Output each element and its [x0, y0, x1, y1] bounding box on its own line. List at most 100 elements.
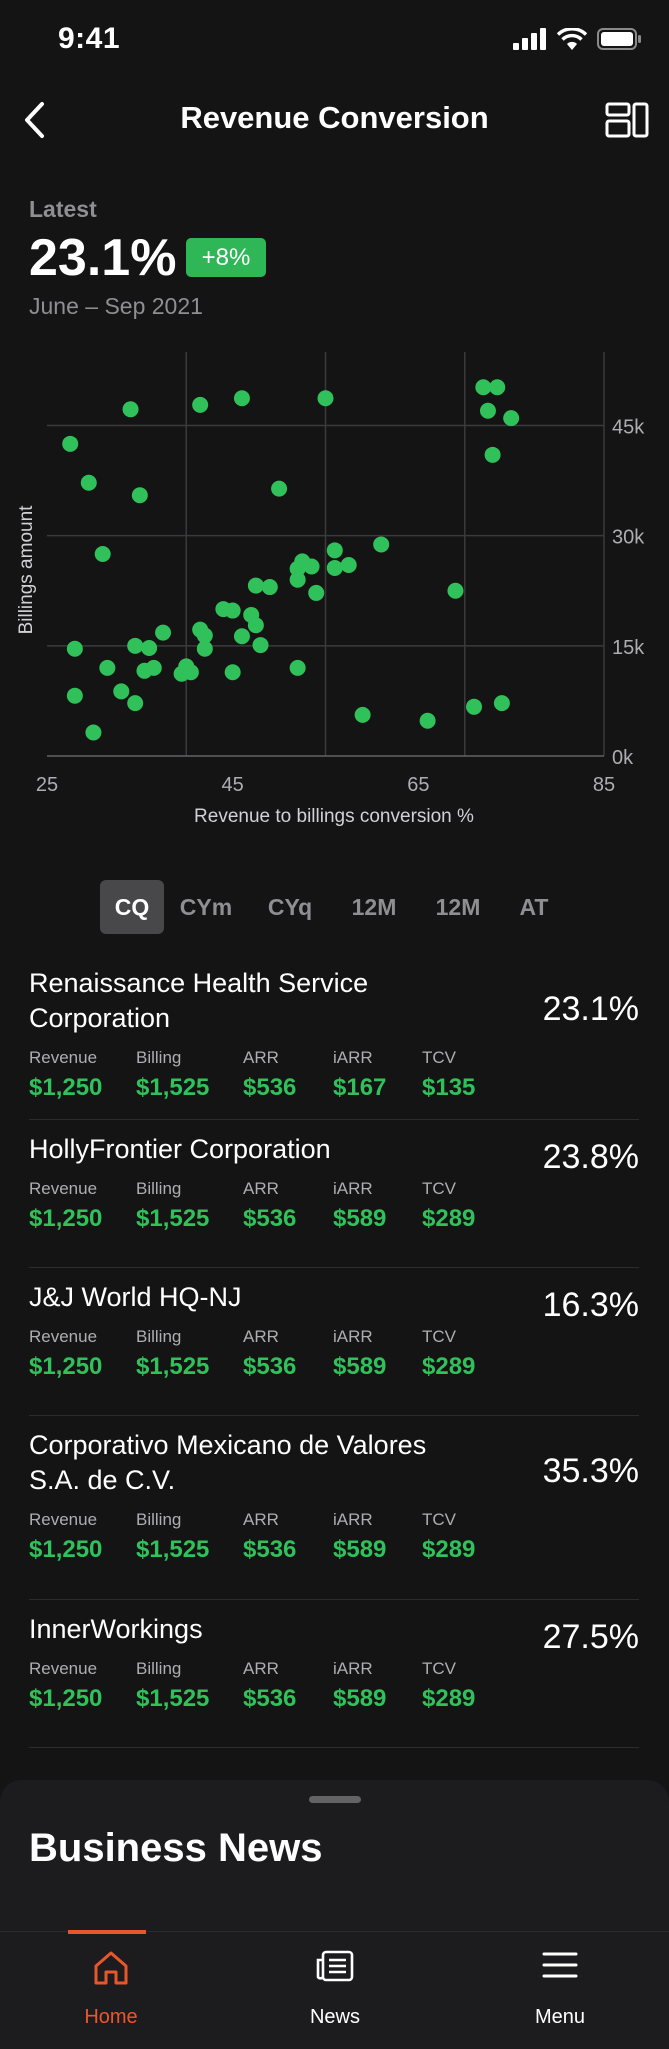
scatter-point[interactable] — [66, 640, 83, 657]
account-row[interactable]: HollyFrontier Corporation 23.8% Revenue $1,… — [29, 1120, 639, 1268]
status-bar: 9:41 — [0, 0, 669, 80]
metric-label: Revenue — [29, 1327, 98, 1346]
scatter-point[interactable] — [80, 474, 97, 491]
metric-value: $1,525 — [136, 1685, 210, 1712]
metric-revenue: Revenue $1,250 — [29, 1048, 102, 1102]
x-tick-label: 85 — [593, 774, 615, 796]
home-icon — [94, 1951, 128, 1985]
metric-label: ARR — [243, 1179, 279, 1198]
metric-arr: ARR $536 — [243, 1179, 296, 1233]
scatter-point[interactable] — [340, 557, 357, 574]
account-row[interactable]: J&J World HQ-NJ 16.3% Revenue $1,250 Billing… — [29, 1268, 639, 1416]
metric-value: $135 — [422, 1074, 476, 1101]
scatter-point[interactable] — [131, 487, 148, 504]
scatter-point[interactable] — [289, 571, 306, 588]
scatter-point[interactable] — [122, 401, 139, 418]
scatter-point[interactable] — [85, 724, 102, 741]
tab-cyq[interactable]: CYq — [248, 880, 332, 934]
scatter-point[interactable] — [261, 579, 278, 596]
metric-label: Billing — [136, 1048, 182, 1067]
metric-value: $589 — [333, 1536, 387, 1563]
metric-tcv: TCV $289 — [422, 1179, 475, 1233]
x-tick-label: 65 — [407, 774, 429, 796]
metric-value: $536 — [243, 1205, 297, 1232]
scatter-point[interactable] — [182, 664, 199, 681]
scatter-point[interactable] — [155, 624, 172, 641]
tab-home-label: Home — [84, 2006, 138, 2028]
scatter-point[interactable] — [247, 617, 264, 634]
scatter-point[interactable] — [99, 659, 116, 676]
metric-iarr: iARR $167 — [333, 1048, 386, 1102]
account-name: Corporativo Mexicano de Valores S.A. de … — [29, 1430, 427, 1495]
account-row[interactable]: Renaissance Health Service Corporation 23… — [29, 960, 639, 1120]
scatter-point[interactable] — [192, 396, 209, 413]
scatter-point[interactable] — [233, 628, 250, 645]
scatter-point[interactable] — [247, 577, 264, 594]
account-name: Renaissance Health Service Corporation — [29, 968, 369, 1033]
sheet-handle[interactable] — [309, 1796, 361, 1803]
battery-icon — [597, 28, 641, 50]
scatter-point[interactable] — [66, 687, 83, 704]
scatter-point[interactable] — [224, 602, 241, 619]
x-axis-label: Revenue to billings conversion % — [194, 806, 474, 827]
tab-home[interactable]: Home — [36, 1930, 186, 2049]
page-title: Revenue Conversion — [180, 100, 489, 135]
account-row[interactable]: InnerWorkings 27.5% Revenue $1,250 Billing $1… — [29, 1600, 639, 1748]
metric-value: $1,525 — [136, 1353, 210, 1380]
scatter-point[interactable] — [127, 695, 144, 712]
account-conversion-pct: 35.3% — [542, 1452, 639, 1490]
conversion-value: 23.1% — [29, 229, 177, 287]
tab-cq[interactable]: CQ — [100, 880, 164, 934]
tab-cym[interactable]: CYm — [164, 880, 248, 934]
scatter-point[interactable] — [196, 627, 213, 644]
layout-toggle-button[interactable] — [605, 102, 649, 138]
scatter-point[interactable] — [94, 546, 111, 562]
tab-at[interactable]: AT — [500, 880, 568, 934]
account-name: InnerWorkings — [29, 1614, 203, 1644]
metric-label: Billing — [136, 1510, 182, 1529]
wifi-icon — [557, 28, 587, 50]
metric-value: $1,250 — [29, 1536, 103, 1563]
scatter-point[interactable] — [145, 659, 162, 676]
change-badge: +8% — [186, 238, 266, 277]
metric-tcv: TCV $289 — [422, 1510, 475, 1564]
tab-12m[interactable]: 12M — [416, 880, 500, 934]
scatter-point[interactable] — [419, 712, 436, 729]
scatter-point[interactable] — [271, 480, 288, 497]
scatter-point[interactable] — [447, 582, 464, 599]
metric-label: Revenue — [29, 1179, 98, 1198]
scatter-point[interactable] — [466, 698, 483, 715]
scatter-point[interactable] — [373, 536, 390, 553]
scatter-point[interactable] — [252, 637, 269, 654]
scatter-point[interactable] — [317, 390, 334, 407]
metric-value: $167 — [333, 1074, 387, 1101]
metric-value: $1,250 — [29, 1353, 103, 1380]
scatter-point[interactable] — [503, 410, 520, 427]
scatter-point[interactable] — [354, 706, 371, 723]
tab-news[interactable]: News — [260, 1932, 410, 2049]
scatter-point[interactable] — [233, 390, 250, 407]
scatter-point[interactable] — [303, 558, 320, 575]
scatter-point[interactable] — [489, 379, 506, 396]
scatter-point[interactable] — [308, 584, 325, 601]
scatter-point[interactable] — [475, 379, 492, 396]
scatter-point[interactable] — [113, 683, 130, 700]
tab-12m[interactable]: 12M — [332, 880, 416, 934]
nav-bar: Revenue Conversion — [0, 80, 669, 160]
scatter-point[interactable] — [224, 664, 241, 681]
scatter-point[interactable] — [326, 542, 343, 559]
scatter-point[interactable] — [289, 659, 306, 676]
scatter-point[interactable] — [493, 695, 510, 712]
scatter-point[interactable] — [62, 435, 79, 452]
y-tick-label: 15k — [612, 637, 645, 659]
metric-iarr: iARR $589 — [333, 1659, 386, 1713]
metric-label: ARR — [243, 1659, 279, 1678]
scatter-point[interactable] — [127, 637, 144, 654]
account-row[interactable]: Corporativo Mexicano de Valores S.A. de … — [29, 1416, 639, 1600]
scatter-point[interactable] — [141, 640, 158, 657]
scatter-point[interactable] — [484, 446, 501, 463]
tab-menu[interactable]: Menu — [485, 1932, 635, 2049]
scatter-point[interactable] — [479, 402, 496, 419]
scatter-point[interactable] — [326, 559, 343, 576]
metric-value: $289 — [422, 1685, 476, 1712]
